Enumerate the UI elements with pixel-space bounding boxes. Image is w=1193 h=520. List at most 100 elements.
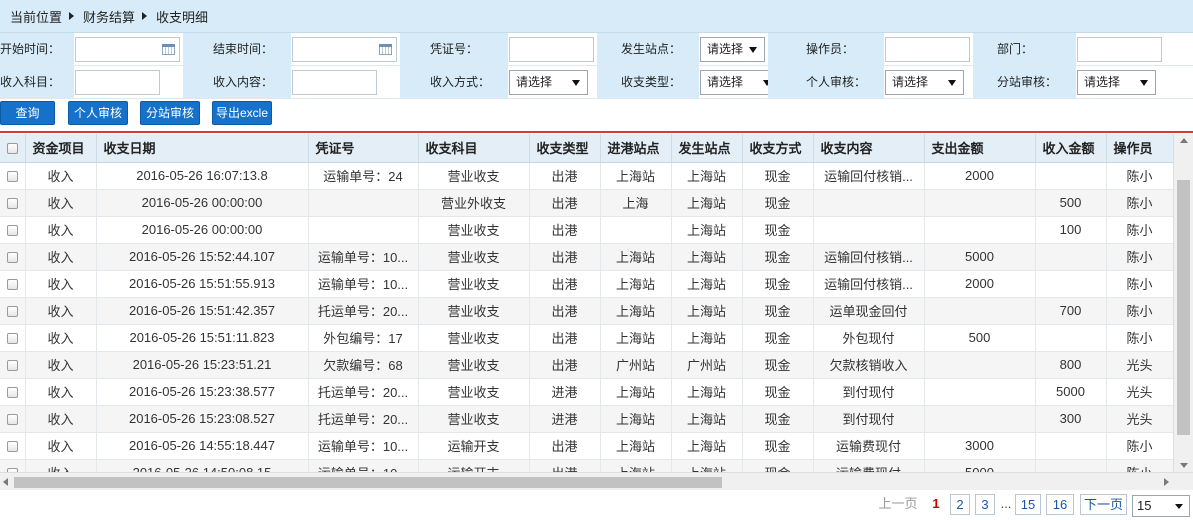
vertical-scrollbar[interactable] <box>1173 134 1193 472</box>
table-cell: 营业收支 <box>418 378 530 406</box>
calendar-icon[interactable] <box>379 44 392 55</box>
row-checkbox[interactable] <box>6 387 18 399</box>
table-cell: 收入 <box>25 297 97 325</box>
row-select-cell[interactable] <box>0 459 26 472</box>
row-select-cell[interactable] <box>0 432 26 460</box>
branch-audit-button[interactable]: 分站审核 <box>140 101 200 125</box>
dept-input[interactable] <box>1077 37 1162 62</box>
method-select[interactable]: 请选择 <box>509 70 588 95</box>
horizontal-scrollbar[interactable] <box>0 472 1193 490</box>
page-size-select[interactable]: 15 <box>1132 495 1190 517</box>
scroll-up-icon[interactable] <box>1180 138 1188 143</box>
calendar-icon[interactable] <box>162 44 175 55</box>
row-checkbox[interactable] <box>6 306 18 318</box>
page-2[interactable]: 2 <box>950 494 970 515</box>
column-header[interactable]: 收支内容 <box>813 134 925 163</box>
page-16[interactable]: 16 <box>1046 494 1074 515</box>
column-header[interactable]: 资金项目 <box>25 134 97 163</box>
scroll-right-icon[interactable] <box>1164 478 1169 486</box>
end-time-label: 结束时间： <box>183 33 291 65</box>
row-select-cell[interactable] <box>0 297 26 325</box>
row-select-cell[interactable] <box>0 216 26 244</box>
table-row[interactable]: 收入 2016-05-26 15:23:38.577 托运单号：20... 营业收支进… <box>0 378 1173 406</box>
method-select-value: 请选择 <box>516 75 553 89</box>
table-cell: 上海站 <box>600 459 672 472</box>
row-checkbox[interactable] <box>6 360 18 372</box>
subject-input[interactable] <box>75 70 160 95</box>
row-select-cell[interactable] <box>0 189 26 217</box>
row-select-cell[interactable] <box>0 351 26 379</box>
end-time-input[interactable] <box>292 37 397 62</box>
row-checkbox[interactable] <box>6 414 18 426</box>
row-checkbox[interactable] <box>6 279 18 291</box>
scroll-thumb[interactable] <box>14 477 722 488</box>
breadcrumb-finance[interactable]: 财务结算 <box>83 7 135 26</box>
row-checkbox[interactable] <box>6 333 18 345</box>
table-cell: 陈小 <box>1106 270 1173 298</box>
table-cell: 出港 <box>529 324 601 352</box>
row-checkbox[interactable] <box>6 198 18 210</box>
column-header[interactable]: 发生站点 <box>671 134 743 163</box>
content-input[interactable] <box>292 70 377 95</box>
row-checkbox[interactable] <box>6 441 18 453</box>
column-header[interactable]: 收支科目 <box>418 134 530 163</box>
column-header[interactable]: 支出金额 <box>924 134 1036 163</box>
table-row[interactable]: 收入 2016-05-26 14:55:18.447 运输单号：10... 运输开支出… <box>0 432 1173 460</box>
column-header[interactable]: 收支类型 <box>529 134 601 163</box>
row-select-cell[interactable] <box>0 324 26 352</box>
table-cell: 700 <box>1035 297 1107 325</box>
table-row[interactable]: 收入 2016-05-26 00:00:00 营业外收支 出港 上海 上海站 现金 500 陈小 <box>0 189 1173 217</box>
page-15[interactable]: 15 <box>1015 494 1041 515</box>
table-row[interactable]: 收入 2016-05-26 15:51:55.913 运输单号：10... 营业收支出… <box>0 270 1173 298</box>
row-select-cell[interactable] <box>0 162 26 190</box>
column-header[interactable]: 凭证号 <box>308 134 419 163</box>
query-button[interactable]: 查询 <box>0 101 55 125</box>
table-row[interactable]: 收入 2016-05-26 15:51:42.357 托运单号：20... 营业收支出… <box>0 297 1173 325</box>
row-checkbox[interactable] <box>6 171 18 183</box>
voucher-input[interactable] <box>509 37 594 62</box>
table-row[interactable]: 收入 2016-05-26 00:00:00 营业收支 出港 上海站 现金 100 陈小 <box>0 216 1173 244</box>
next-page-button[interactable]: 下一页 <box>1080 494 1127 515</box>
station-select-value: 请选择 <box>707 42 744 56</box>
table-cell: 欠款核销收入 <box>813 351 925 379</box>
table-row[interactable]: 收入2016-05-26 14:50:08.15运输单号：10...运输开支出港… <box>0 459 1173 472</box>
breadcrumb-arrow-icon <box>142 12 148 20</box>
scroll-down-icon[interactable] <box>1180 463 1188 468</box>
row-select-cell[interactable] <box>0 378 26 406</box>
table-cell <box>308 189 419 217</box>
start-time-input[interactable] <box>75 37 180 62</box>
column-header[interactable]: 操作员 <box>1106 134 1173 163</box>
table-row[interactable]: 收入 2016-05-26 15:51:11.823 外包编号：17 营业收支 出港 上海… <box>0 324 1173 352</box>
row-select-cell[interactable] <box>0 405 26 433</box>
page-3[interactable]: 3 <box>975 494 995 515</box>
row-select-cell[interactable] <box>0 270 26 298</box>
table-cell: 收入 <box>25 270 97 298</box>
export-excel-button[interactable]: 导出excle <box>212 101 272 125</box>
column-header[interactable]: 收入金额 <box>1035 134 1107 163</box>
operator-input[interactable] <box>885 37 970 62</box>
row-checkbox[interactable] <box>6 252 18 264</box>
column-header[interactable]: 收支方式 <box>742 134 814 163</box>
table-cell: 营业外收支 <box>418 189 530 217</box>
table-cell: 现金 <box>742 189 814 217</box>
select-all-checkbox[interactable] <box>6 143 18 155</box>
table-row[interactable]: 收入 2016-05-26 15:52:44.107 运输单号：10... 营业收支出… <box>0 243 1173 271</box>
scroll-thumb[interactable] <box>1177 180 1190 435</box>
row-checkbox[interactable] <box>6 225 18 237</box>
row-select-cell[interactable] <box>0 243 26 271</box>
page-1[interactable]: 1 <box>926 494 946 515</box>
table-cell: 现金 <box>742 324 814 352</box>
select-all-cell[interactable] <box>0 134 26 163</box>
station-select[interactable]: 请选择 <box>700 37 765 62</box>
table-row[interactable]: 收入 2016-05-26 15:23:08.527 托运单号：20... 营业收支进… <box>0 405 1173 433</box>
table-cell: 营业收支 <box>418 243 530 271</box>
table-row[interactable]: 收入 2016-05-26 16:07:13.8 运输单号：24 营业收支 出港 上海站上… <box>0 162 1173 190</box>
column-header[interactable]: 进港站点 <box>600 134 672 163</box>
personal-audit-select[interactable]: 请选择 <box>885 70 964 95</box>
table-row[interactable]: 收入 2016-05-26 15:23:51.21 欠款编号：68 营业收支 出港 广州站… <box>0 351 1173 379</box>
branch-audit-select[interactable]: 请选择 <box>1077 70 1156 95</box>
prev-page-button[interactable]: 上一页 <box>876 494 920 515</box>
personal-audit-button[interactable]: 个人审核 <box>68 101 128 125</box>
scroll-left-icon[interactable] <box>3 478 8 486</box>
column-header[interactable]: 收支日期 <box>96 134 309 163</box>
